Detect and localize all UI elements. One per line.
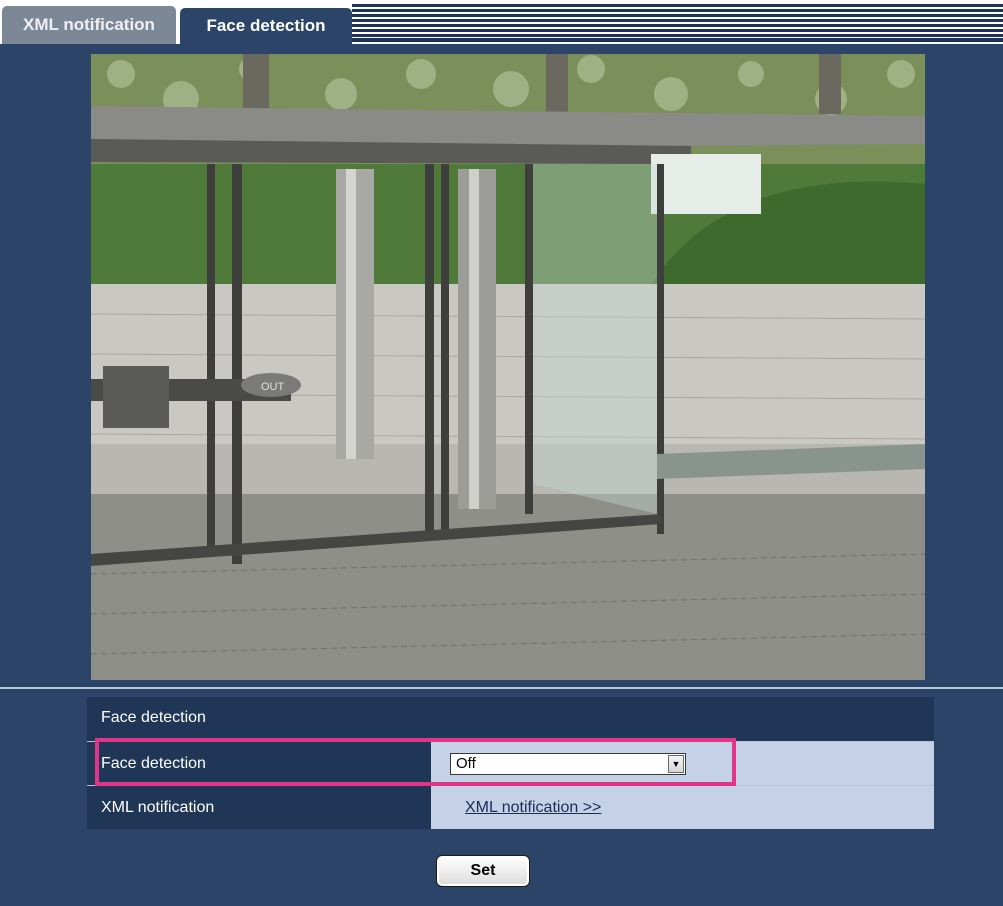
- xml-notification-row: XML notification XML notification >>: [87, 785, 934, 829]
- camera-live-image: OUT: [91, 54, 925, 680]
- section-header: Face detection: [87, 697, 934, 741]
- tab-face-detection[interactable]: Face detection: [180, 8, 352, 44]
- set-button[interactable]: Set: [436, 855, 530, 887]
- tab-xml-notification[interactable]: XML notification: [2, 6, 176, 44]
- dropdown-arrow-icon[interactable]: ▼: [668, 754, 684, 773]
- tab-bar-rule: [352, 4, 1003, 42]
- tab-bar: XML notification Face detection: [0, 0, 1003, 44]
- face-detection-selected-value: Off: [456, 754, 476, 772]
- face-detection-row: Face detection Off ▼: [87, 741, 934, 785]
- face-detection-select[interactable]: Off ▼: [450, 752, 686, 775]
- divider: [0, 687, 1003, 689]
- xml-notification-value-cell: XML notification >>: [431, 786, 934, 829]
- out-sign-text: OUT: [261, 381, 285, 393]
- xml-notification-link[interactable]: XML notification >>: [465, 799, 601, 817]
- section-title: Face detection: [101, 709, 206, 726]
- xml-notification-label: XML notification: [87, 786, 431, 829]
- settings-page: XML notification Face detection OUT Face…: [0, 0, 1003, 906]
- face-detection-label: Face detection: [87, 742, 431, 785]
- face-detection-value-cell: Off ▼: [431, 742, 934, 785]
- settings-table: Face detection Face detection Off ▼ XML …: [87, 697, 934, 829]
